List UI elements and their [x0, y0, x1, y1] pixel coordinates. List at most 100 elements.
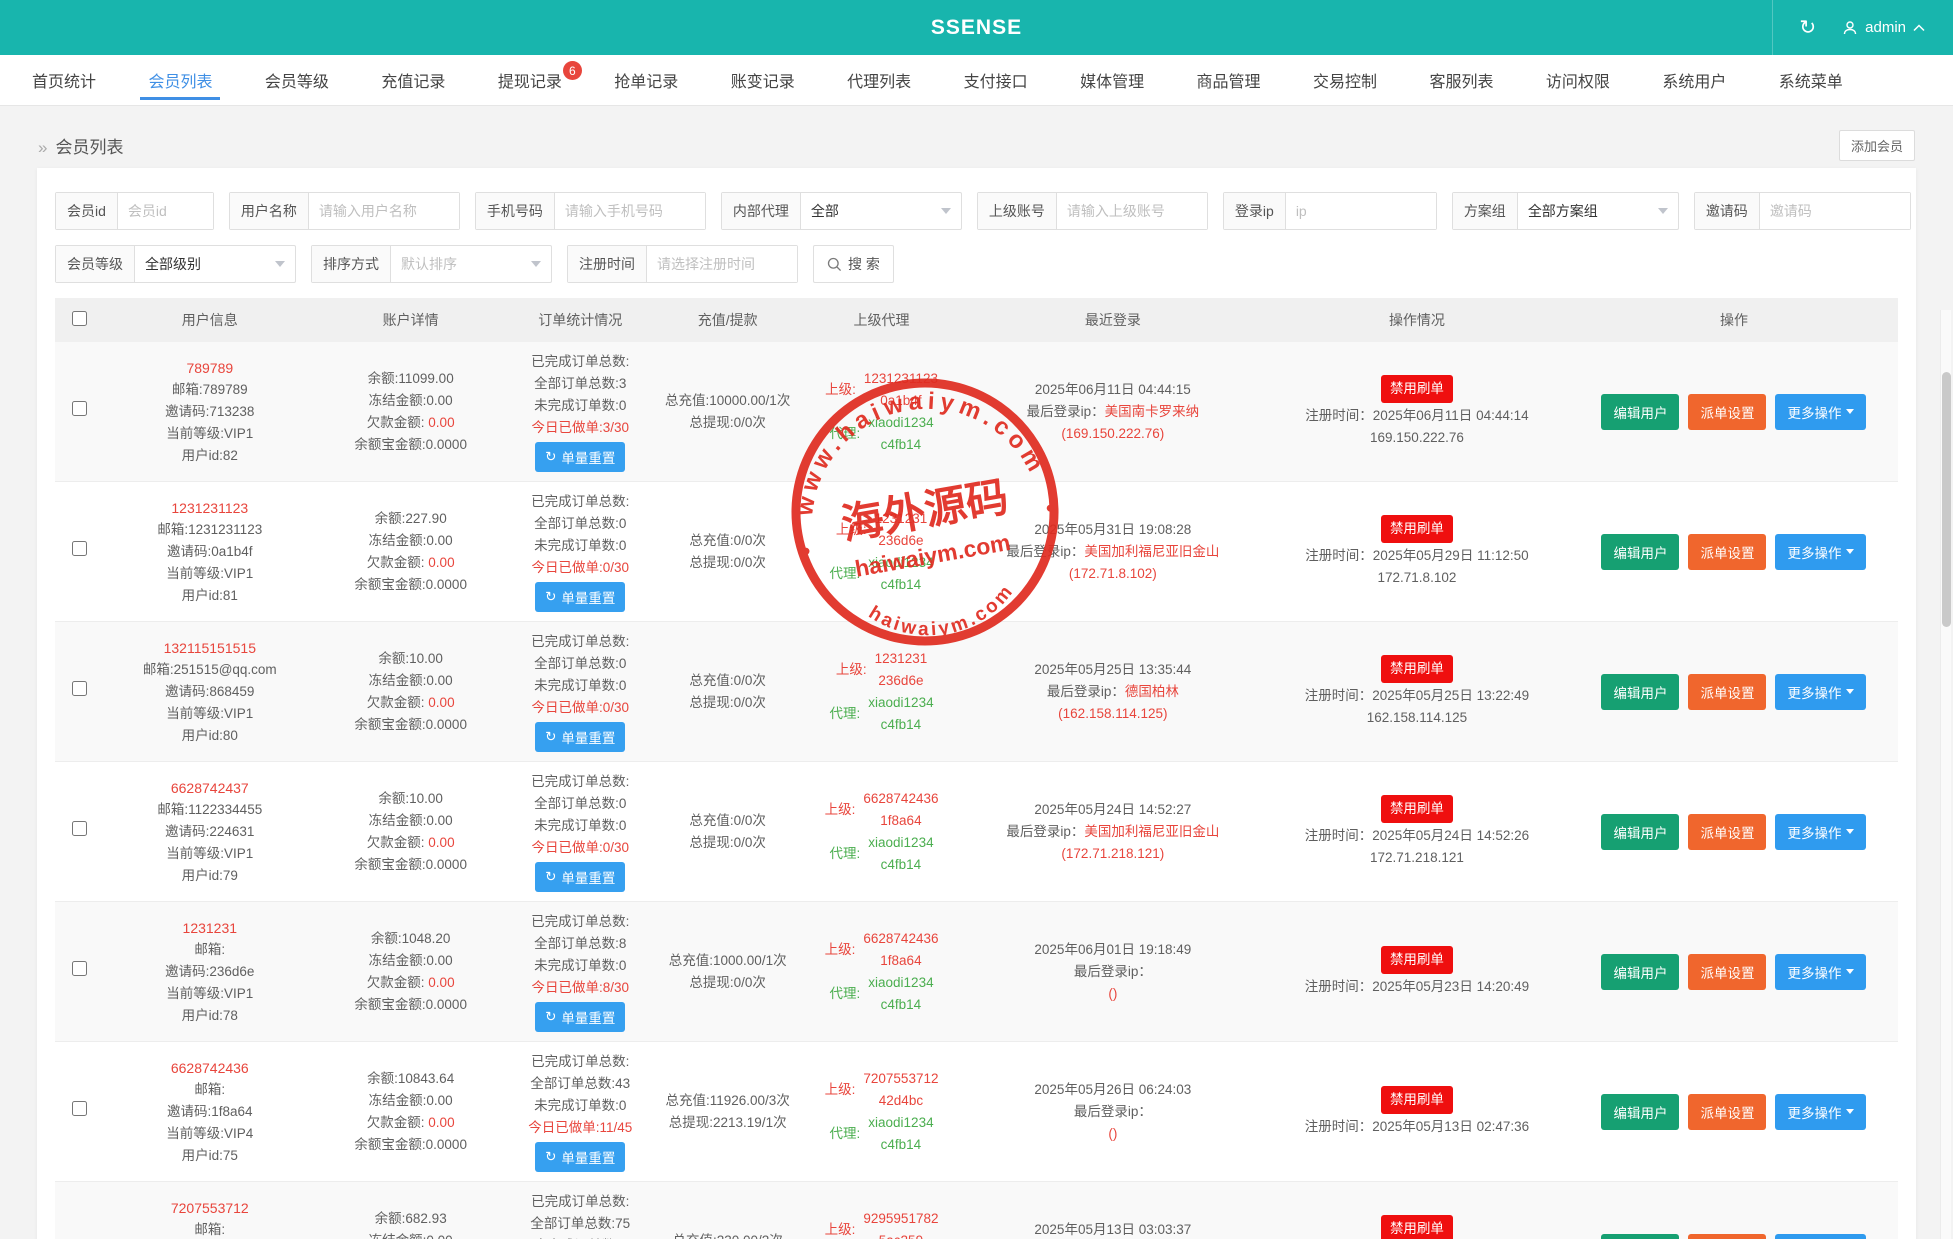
dispatch-settings-button[interactable]: 派单设置 — [1688, 674, 1766, 710]
nav-tab-13[interactable]: 访问权限 — [1542, 55, 1614, 105]
edit-user-button[interactable]: 编辑用户 — [1601, 674, 1679, 710]
parent-name[interactable]: 1231231123 — [864, 368, 938, 390]
status-badge[interactable]: 禁用刷单 — [1381, 946, 1453, 974]
status-badge[interactable]: 禁用刷单 — [1381, 1086, 1453, 1114]
nav-tab-5[interactable]: 抢单记录 — [610, 55, 682, 105]
nav-tab-3[interactable]: 充值记录 — [377, 55, 449, 105]
reset-order-count-button[interactable]: ↻单量重置 — [535, 442, 625, 472]
nav-tab-2[interactable]: 会员等级 — [261, 55, 333, 105]
nav-tab-7[interactable]: 代理列表 — [843, 55, 915, 105]
parent-name[interactable]: 6628742436 — [863, 928, 938, 950]
reset-order-count-button[interactable]: ↻单量重置 — [535, 1002, 625, 1032]
dispatch-settings-button[interactable]: 派单设置 — [1688, 1234, 1766, 1239]
reg-time-input[interactable] — [647, 246, 797, 282]
row-checkbox[interactable] — [72, 821, 87, 836]
member-level-select[interactable]: 全部级别 — [135, 246, 295, 282]
more-actions-button[interactable]: 更多操作 — [1775, 534, 1866, 570]
nav-tab-1[interactable]: 会员列表 — [144, 55, 216, 105]
row-checkbox[interactable] — [72, 401, 87, 416]
nav-tab-12[interactable]: 客服列表 — [1425, 55, 1497, 105]
more-actions-button[interactable]: 更多操作 — [1775, 674, 1866, 710]
nav-tab-6[interactable]: 账变记录 — [727, 55, 799, 105]
row-checkbox[interactable] — [72, 961, 87, 976]
row-checkbox[interactable] — [72, 681, 87, 696]
scrollbar-track[interactable] — [1940, 310, 1951, 1239]
nav-tab-4[interactable]: 提现记录6 — [494, 55, 566, 105]
reset-order-count-button[interactable]: ↻单量重置 — [535, 722, 625, 752]
edit-user-button[interactable]: 编辑用户 — [1601, 394, 1679, 430]
agent-name[interactable]: xiaodi1234 — [868, 1112, 933, 1134]
internal-agent-select[interactable]: 全部 — [801, 193, 961, 229]
dispatch-settings-button[interactable]: 派单设置 — [1688, 814, 1766, 850]
nav-tab-14[interactable]: 系统用户 — [1658, 55, 1730, 105]
select-all-checkbox[interactable] — [72, 311, 87, 326]
more-actions-button[interactable]: 更多操作 — [1775, 954, 1866, 990]
sort-select[interactable]: 默认排序 — [391, 246, 551, 282]
status-badge[interactable]: 禁用刷单 — [1381, 795, 1453, 823]
more-actions-button[interactable]: 更多操作 — [1775, 1234, 1866, 1239]
parent-code: 1f8a64 — [863, 810, 938, 832]
nav-tab-9[interactable]: 媒体管理 — [1076, 55, 1148, 105]
row-checkbox[interactable] — [72, 1101, 87, 1116]
more-actions-button[interactable]: 更多操作 — [1775, 394, 1866, 430]
user-menu[interactable]: admin — [1842, 19, 1925, 36]
reset-order-count-button[interactable]: ↻单量重置 — [535, 862, 625, 892]
refresh-icon[interactable]: ↻ — [1799, 18, 1816, 38]
parent-name[interactable]: 1231231 — [875, 648, 928, 670]
filter-phone: 手机号码 — [475, 192, 706, 230]
add-member-button[interactable]: 添加会员 — [1839, 130, 1915, 161]
phone-input[interactable] — [555, 193, 705, 229]
edit-user-button[interactable]: 编辑用户 — [1601, 534, 1679, 570]
nav-tab-8[interactable]: 支付接口 — [960, 55, 1032, 105]
status-badge[interactable]: 禁用刷单 — [1381, 515, 1453, 543]
plan-group-select[interactable]: 全部方案组 — [1518, 193, 1678, 229]
agent-name[interactable]: xiaodi1234 — [868, 412, 933, 434]
status-badge[interactable]: 禁用刷单 — [1381, 375, 1453, 403]
agent-code: c4fb14 — [868, 574, 933, 596]
member-username[interactable]: 789789 — [107, 357, 313, 379]
member-id-input[interactable] — [118, 193, 213, 229]
total-orders: 全部订单总数:0 — [509, 513, 652, 535]
agent-name[interactable]: xiaodi1234 — [868, 552, 933, 574]
agent-name[interactable]: xiaodi1234 — [868, 972, 933, 994]
dispatch-settings-button[interactable]: 派单设置 — [1688, 1094, 1766, 1130]
nav-tab-10[interactable]: 商品管理 — [1193, 55, 1265, 105]
parent-name[interactable]: 7207553712 — [863, 1068, 938, 1090]
row-checkbox[interactable] — [72, 541, 87, 556]
member-username[interactable]: 6628742437 — [107, 777, 313, 799]
member-username[interactable]: 7207553712 — [107, 1197, 313, 1219]
total-orders: 全部订单总数:0 — [509, 793, 652, 815]
login-ip-input[interactable] — [1286, 193, 1436, 229]
filter-row-1: 会员id 用户名称 手机号码 内部代理 全部 上级账号 — [55, 192, 1898, 230]
invite-code-input[interactable] — [1760, 193, 1910, 229]
agent-name[interactable]: xiaodi1234 — [868, 692, 933, 714]
nav-tab-11[interactable]: 交易控制 — [1309, 55, 1381, 105]
dispatch-settings-button[interactable]: 派单设置 — [1688, 534, 1766, 570]
member-username[interactable]: 1231231 — [107, 917, 313, 939]
parent-name[interactable]: 1231231 — [875, 508, 928, 530]
member-username[interactable]: 132115151515 — [107, 637, 313, 659]
parent-account-input[interactable] — [1057, 193, 1207, 229]
nav-tab-0[interactable]: 首页统计 — [28, 55, 100, 105]
scrollbar-thumb[interactable] — [1942, 372, 1951, 627]
more-actions-button[interactable]: 更多操作 — [1775, 814, 1866, 850]
member-username[interactable]: 1231231123 — [107, 497, 313, 519]
nav-tab-15[interactable]: 系统菜单 — [1775, 55, 1847, 105]
parent-name[interactable]: 9295951782 — [863, 1208, 938, 1230]
agent-name[interactable]: xiaodi1234 — [868, 832, 933, 854]
edit-user-button[interactable]: 编辑用户 — [1601, 954, 1679, 990]
status-badge[interactable]: 禁用刷单 — [1381, 1215, 1453, 1239]
edit-user-button[interactable]: 编辑用户 — [1601, 814, 1679, 850]
parent-name[interactable]: 6628742436 — [863, 788, 938, 810]
dispatch-settings-button[interactable]: 派单设置 — [1688, 394, 1766, 430]
status-badge[interactable]: 禁用刷单 — [1381, 655, 1453, 683]
reset-order-count-button[interactable]: ↻单量重置 — [535, 582, 625, 612]
username-input[interactable] — [309, 193, 459, 229]
search-button[interactable]: 搜 索 — [813, 245, 894, 283]
edit-user-button[interactable]: 编辑用户 — [1601, 1234, 1679, 1239]
more-actions-button[interactable]: 更多操作 — [1775, 1094, 1866, 1130]
dispatch-settings-button[interactable]: 派单设置 — [1688, 954, 1766, 990]
reset-order-count-button[interactable]: ↻单量重置 — [535, 1142, 625, 1172]
member-username[interactable]: 6628742436 — [107, 1057, 313, 1079]
edit-user-button[interactable]: 编辑用户 — [1601, 1094, 1679, 1130]
